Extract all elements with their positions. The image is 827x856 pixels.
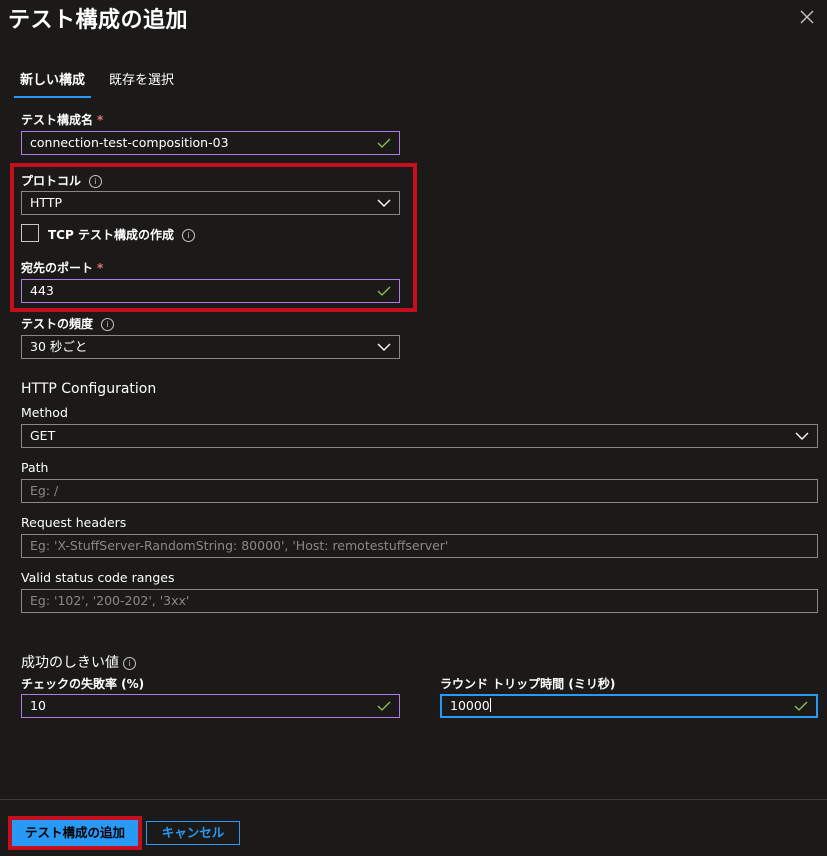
- path-label: Path: [21, 460, 49, 475]
- check-icon: [794, 701, 808, 711]
- name-value: connection-test-composition-03: [30, 135, 229, 150]
- method-label: Method: [21, 405, 68, 420]
- info-icon[interactable]: i: [181, 229, 195, 242]
- path-input[interactable]: Eg: /: [21, 479, 818, 503]
- frequency-select[interactable]: 30 秒ごと: [21, 335, 400, 359]
- required-mark: *: [97, 261, 104, 275]
- port-input[interactable]: 443: [21, 279, 400, 303]
- method-value: GET: [30, 428, 56, 443]
- round-trip-time-label: ラウンド トリップ時間 (ミリ秒): [440, 677, 616, 691]
- chevron-down-icon: [377, 199, 391, 207]
- port-label: 宛先のポート *: [21, 261, 104, 275]
- chevron-down-icon: [795, 432, 809, 440]
- failed-checks-label: チェックの失敗率 (%): [21, 677, 145, 691]
- close-button[interactable]: [796, 6, 818, 28]
- name-label: テスト構成名 *: [21, 113, 104, 127]
- round-trip-time-value: 10000: [450, 698, 491, 713]
- info-icon[interactable]: i: [101, 318, 115, 331]
- failed-checks-input[interactable]: 10: [21, 694, 400, 718]
- path-placeholder: Eg: /: [30, 483, 59, 498]
- tcp-checkbox-label: TCP テスト構成の作成 i: [48, 226, 195, 243]
- required-mark: *: [97, 113, 104, 127]
- protocol-label: プロトコル i: [21, 172, 103, 189]
- name-input[interactable]: connection-test-composition-03: [21, 131, 400, 155]
- method-select[interactable]: GET: [21, 424, 818, 448]
- request-headers-placeholder: Eg: 'X-StuffServer-RandomString: 80000',…: [30, 538, 449, 553]
- footer-divider: [0, 799, 827, 800]
- close-icon: [800, 10, 814, 24]
- port-value: 443: [30, 283, 54, 298]
- protocol-value: HTTP: [30, 195, 62, 210]
- tab-new-configuration[interactable]: 新しい構成: [14, 66, 91, 98]
- chevron-down-icon: [377, 343, 391, 351]
- check-icon: [377, 286, 391, 296]
- frequency-label: テストの頻度 i: [21, 315, 115, 332]
- protocol-select[interactable]: HTTP: [21, 191, 400, 215]
- request-headers-label: Request headers: [21, 515, 127, 530]
- request-headers-input[interactable]: Eg: 'X-StuffServer-RandomString: 80000',…: [21, 534, 818, 558]
- http-config-heading: HTTP Configuration: [21, 381, 157, 397]
- panel-title: テスト構成の追加: [8, 8, 189, 33]
- status-codes-placeholder: Eg: '102', '200-202', '3xx': [30, 593, 190, 608]
- status-codes-input[interactable]: Eg: '102', '200-202', '3xx': [21, 589, 818, 613]
- check-icon: [377, 701, 391, 711]
- text-cursor: [489, 698, 491, 712]
- check-icon: [377, 138, 391, 148]
- tab-select-existing[interactable]: 既存を選択: [109, 66, 174, 98]
- info-icon[interactable]: i: [123, 657, 136, 670]
- info-icon[interactable]: i: [89, 175, 103, 188]
- tcp-checkbox[interactable]: [21, 224, 39, 242]
- round-trip-time-input[interactable]: 10000: [440, 694, 818, 718]
- add-test-configuration-button[interactable]: テスト構成の追加: [12, 820, 138, 846]
- failed-checks-value: 10: [30, 698, 46, 713]
- frequency-value: 30 秒ごと: [30, 339, 88, 354]
- threshold-heading: 成功のしきい値 i: [21, 652, 136, 672]
- status-codes-label: Valid status code ranges: [21, 570, 175, 585]
- cancel-button[interactable]: キャンセル: [146, 821, 240, 845]
